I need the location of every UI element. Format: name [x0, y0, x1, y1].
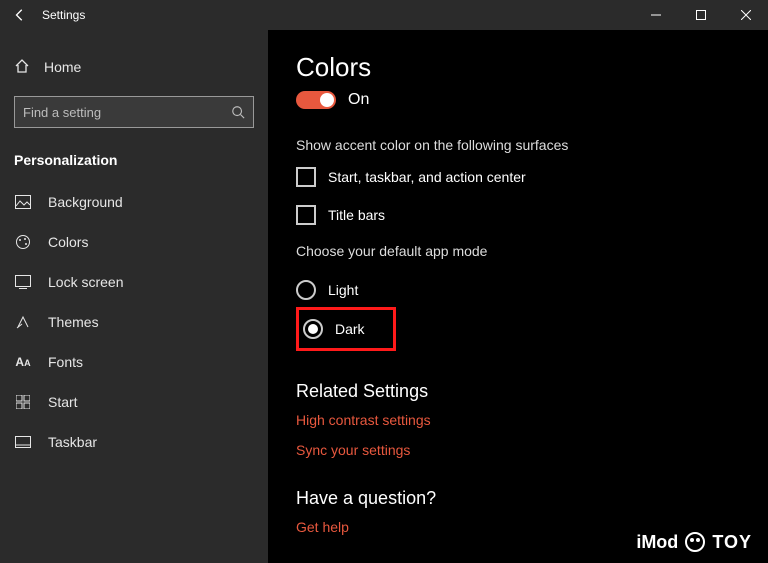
link-sync-settings[interactable]: Sync your settings	[296, 442, 740, 458]
radio-dark-row[interactable]: Dark	[303, 312, 365, 346]
search-placeholder: Find a setting	[23, 105, 101, 120]
sidebar-item-fonts[interactable]: AA Fonts	[0, 342, 268, 382]
minimize-button[interactable]	[633, 0, 678, 30]
appmode-label: Choose your default app mode	[296, 243, 740, 259]
toggle-label: On	[348, 91, 369, 109]
watermark-icon	[684, 531, 706, 553]
sidebar-item-background[interactable]: Background	[0, 182, 268, 222]
sidebar-item-colors[interactable]: Colors	[0, 222, 268, 262]
search-input[interactable]: Find a setting	[14, 96, 254, 128]
start-icon	[14, 395, 32, 409]
sidebar-item-themes[interactable]: Themes	[0, 302, 268, 342]
page-heading: Colors	[296, 52, 740, 83]
sidebar-item-label: Taskbar	[48, 434, 97, 450]
radio-light[interactable]	[296, 280, 316, 300]
highlight-box: Dark	[296, 307, 396, 351]
accent-surfaces-label: Show accent color on the following surfa…	[296, 137, 740, 153]
checkbox-start-taskbar[interactable]	[296, 167, 316, 187]
window-title: Settings	[42, 8, 85, 22]
sidebar-item-label: Colors	[48, 234, 88, 250]
checkbox-label: Title bars	[328, 207, 385, 223]
sidebar-item-label: Fonts	[48, 354, 83, 370]
picture-icon	[14, 195, 32, 209]
window-controls	[633, 0, 768, 30]
checkbox-titlebars[interactable]	[296, 205, 316, 225]
radio-dark[interactable]	[303, 319, 323, 339]
watermark-imod: iMod	[636, 532, 678, 553]
fonts-icon: AA	[14, 355, 32, 369]
back-button[interactable]	[0, 0, 40, 30]
radio-light-label: Light	[328, 282, 358, 298]
accent-toggle[interactable]	[296, 91, 336, 109]
radio-light-row[interactable]: Light	[296, 273, 740, 307]
category-label: Personalization	[0, 142, 268, 182]
link-high-contrast[interactable]: High contrast settings	[296, 412, 740, 428]
sidebar-item-taskbar[interactable]: Taskbar	[0, 422, 268, 462]
sidebar: Home Find a setting Personalization Back…	[0, 30, 268, 563]
arrow-left-icon	[13, 8, 27, 22]
home-icon	[14, 58, 30, 77]
home-label: Home	[44, 59, 81, 75]
sidebar-item-start[interactable]: Start	[0, 382, 268, 422]
sidebar-item-lockscreen[interactable]: Lock screen	[0, 262, 268, 302]
sidebar-item-label: Themes	[48, 314, 99, 330]
related-heading: Related Settings	[296, 381, 740, 402]
question-heading: Have a question?	[296, 488, 740, 509]
sidebar-item-label: Background	[48, 194, 123, 210]
sidebar-item-label: Start	[48, 394, 78, 410]
lockscreen-icon	[14, 275, 32, 289]
watermark-toy: TOY	[712, 532, 752, 553]
palette-icon	[14, 234, 32, 250]
main: Home Find a setting Personalization Back…	[0, 30, 768, 563]
close-button[interactable]	[723, 0, 768, 30]
titlebar: Settings	[0, 0, 768, 30]
radio-dark-label: Dark	[335, 321, 365, 337]
maximize-button[interactable]	[678, 0, 723, 30]
themes-icon	[14, 314, 32, 330]
checkbox-label: Start, taskbar, and action center	[328, 169, 526, 185]
content: Colors On Show accent color on the follo…	[268, 30, 768, 563]
watermark: iMod TOY	[636, 531, 752, 553]
search-icon	[231, 105, 245, 119]
taskbar-icon	[14, 436, 32, 448]
home-button[interactable]: Home	[0, 48, 268, 86]
sidebar-item-label: Lock screen	[48, 274, 123, 290]
